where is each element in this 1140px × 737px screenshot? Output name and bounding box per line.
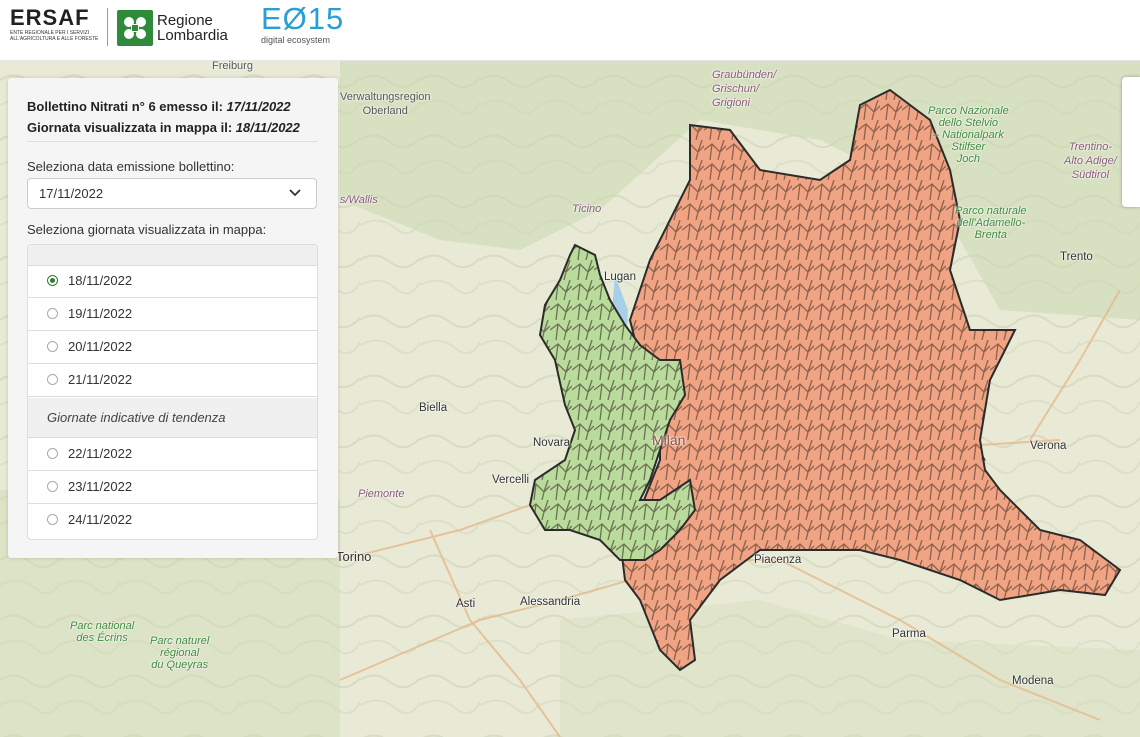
radio-button[interactable] [47,481,58,492]
map-label-torino: Torino [336,549,372,564]
app-header: ERSAF ENTE REGIONALE PER I SERVIZI ALL'A… [0,0,1140,61]
radio-option-trend-1[interactable]: 22/11/2022 [28,438,317,471]
radio-option-label: 20/11/2022 [68,339,133,354]
map-label-piacenza: Piacenza [754,554,802,566]
regione-lombardia-icon[interactable] [117,10,153,46]
radio-button[interactable] [47,448,58,459]
map-control-panel[interactable] [1122,77,1140,207]
bulletin-date-select-value: 17/11/2022 [39,186,104,201]
map-label-queyras-park: Parc naturel régional du Queyras [150,635,210,671]
map-label-stelvio-park: Parco Nazionale dello Stelvio – National… [928,105,1009,165]
radio-group-header [28,245,317,266]
radio-option-label: 18/11/2022 [68,273,133,288]
map-day-date: 18/11/2022 [235,120,300,135]
map-label-trentino: Trentino- Alto Adige/ Südtirol [1064,141,1117,181]
map-day-info: Giornata visualizzata in mappa il: 18/11… [27,120,300,135]
radio-button[interactable] [47,514,58,525]
radio-option-day-1[interactable]: 18/11/2022 [28,265,317,298]
e015-logo-subtitle: digital ecosystem [261,35,331,45]
map-label-piemonte: Piemonte [358,488,405,500]
ersaf-logo[interactable]: ERSAF ENTE REGIONALE PER I SERVIZI ALL'A… [10,6,100,50]
map-day-radio-group: 18/11/2022 19/11/2022 20/11/2022 21/11/2… [27,244,318,540]
map-label-lugano: Lugan [604,271,636,283]
chevron-down-icon [289,189,301,197]
radio-option-day-2[interactable]: 19/11/2022 [28,298,317,331]
e015-logo-text: EØ15 [261,1,345,36]
radio-option-trend-3[interactable]: 24/11/2022 [28,504,317,537]
map-label-ecrins-park: Parc national des Écrins [70,620,135,644]
select-map-day-label: Seleziona giornata visualizzata in mappa… [27,222,267,237]
radio-option-day-4[interactable]: 21/11/2022 [28,364,317,397]
map-label-biella: Biella [419,402,448,414]
radio-option-label: 19/11/2022 [68,306,133,321]
trend-days-header-label: Giornate indicative di tendenza [47,410,226,425]
bulletin-info: Bollettino Nitrati n° 6 emesso il: 17/11… [27,99,291,114]
map-label-freiburg: Freiburg [212,60,253,72]
map-label-ticino: Ticino [572,203,602,215]
ersaf-logo-subtitle: ENTE REGIONALE PER I SERVIZI ALL'AGRICOL… [10,30,99,42]
radio-button[interactable] [47,308,58,319]
map-label-trento: Trento [1060,251,1093,263]
map-label-verona: Verona [1030,440,1067,452]
radio-button-selected[interactable] [47,275,58,286]
map-label-wallis: s/Wallis [340,194,378,206]
bulletin-panel: Bollettino Nitrati n° 6 emesso il: 17/11… [8,78,338,558]
radio-option-label: 23/11/2022 [68,479,133,494]
map-label-modena: Modena [1012,675,1054,687]
radio-button[interactable] [47,341,58,352]
map-day-prefix: Giornata visualizzata in mappa il: [27,120,233,135]
header-divider [107,8,108,46]
radio-option-label: 24/11/2022 [68,512,133,527]
map-label-milano: Milan [652,432,686,448]
select-date-label: Seleziona data emissione bollettino: [27,159,235,174]
ersaf-logo-text: ERSAF [10,5,90,30]
map-label-asti: Asti [456,598,476,610]
radio-option-day-3[interactable]: 20/11/2022 [28,331,317,364]
map-label-novara: Novara [533,437,571,449]
regione-lombardia-logo-text: Regione Lombardia [157,13,247,43]
radio-option-trend-2[interactable]: 23/11/2022 [28,471,317,504]
lombardia-line2: Lombardia [157,27,228,44]
radio-option-label: 22/11/2022 [68,446,133,461]
e015-logo[interactable]: EØ15 digital ecosystem [261,2,344,45]
panel-divider [27,141,318,142]
map-label-alessandria: Alessandria [520,596,581,608]
map-label-adamello-park: Parco naturale dell'Adamello- Brenta [955,205,1027,241]
map-label-vercelli: Vercelli [492,474,530,486]
bulletin-prefix: Bollettino Nitrati n° 6 emesso il: [27,99,223,114]
radio-button[interactable] [47,374,58,385]
lombardia-line1: Regione [157,12,213,29]
radio-option-label: 21/11/2022 [68,372,133,387]
trend-days-header: Giornate indicative di tendenza [28,398,317,438]
map-label-graubunden: Graubünden/ Grischun/ Grigioni [712,69,777,109]
map-label-verwaltungsregion: Verwaltungsregion Oberland [340,91,431,117]
bulletin-date-select[interactable]: 17/11/2022 [27,178,317,209]
map-label-parma: Parma [892,628,926,640]
bulletin-date: 17/11/2022 [226,99,291,114]
